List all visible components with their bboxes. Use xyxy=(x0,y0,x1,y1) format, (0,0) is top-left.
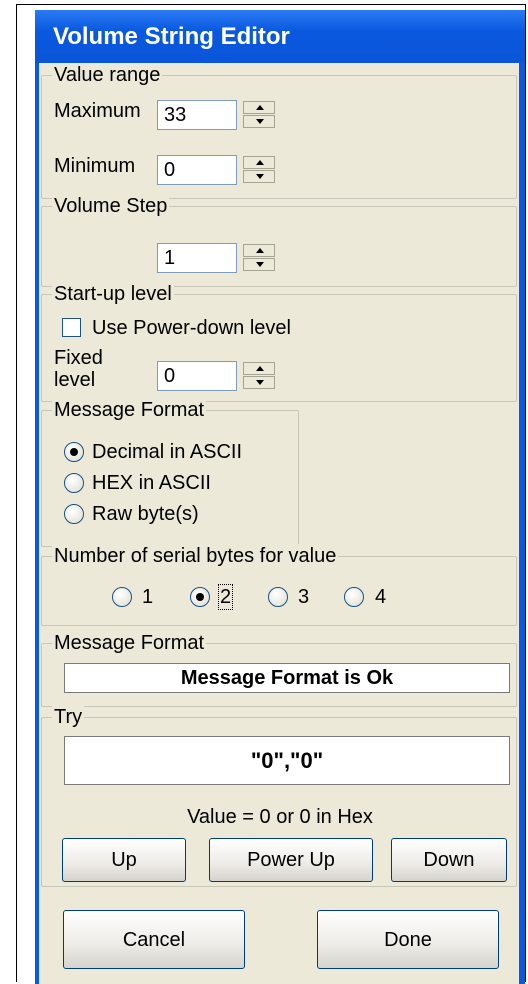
use-powerdown-checkbox[interactable] xyxy=(62,318,81,337)
fixed-level-label-line2: level xyxy=(54,369,96,391)
cancel-button-label: Cancel xyxy=(122,928,186,951)
raw-bytes-label: Raw byte(s) xyxy=(92,503,199,525)
minimum-input[interactable]: 0 xyxy=(157,155,237,185)
done-button-label: Done xyxy=(384,928,432,951)
spin-down-icon[interactable] xyxy=(243,115,275,128)
volume-step-legend: Volume Step xyxy=(52,194,170,218)
spin-up-icon[interactable] xyxy=(243,362,275,375)
cancel-button[interactable]: Cancel xyxy=(63,910,245,969)
serial-bytes-1-radio[interactable] xyxy=(112,587,132,607)
serial-bytes-2-radio[interactable] xyxy=(190,587,210,607)
raw-bytes-radio[interactable] xyxy=(64,504,84,524)
volume-string-editor-window: Volume String Editor Value range Maximum… xyxy=(35,10,525,984)
startup-level-legend: Start-up level xyxy=(52,282,174,306)
hex-ascii-radio[interactable] xyxy=(64,473,84,493)
serial-bytes-2-label: 2 xyxy=(217,584,234,610)
message-status-display: Message Format is Ok xyxy=(64,663,510,693)
try-group: Try "0","0" Value = 0 or 0 in Hex Up Pow… xyxy=(41,705,517,887)
fixed-level-input[interactable]: 0 xyxy=(157,361,237,391)
spin-up-icon[interactable] xyxy=(243,244,275,257)
message-status-group: Message Format Message Format is Ok xyxy=(41,631,517,707)
message-format-group: Message Format Decimal in ASCII HEX in A… xyxy=(41,398,299,547)
done-button[interactable]: Done xyxy=(317,910,499,969)
minimum-spinner[interactable] xyxy=(242,155,276,185)
spin-down-icon[interactable] xyxy=(243,258,275,271)
value-range-legend: Value range xyxy=(52,63,163,87)
serial-bytes-3-label: 3 xyxy=(298,586,310,608)
dialog-client-area: Value range Maximum 33 Minimum 0 Volume … xyxy=(39,63,519,984)
startup-level-group: Start-up level Use Power-down level Fixe… xyxy=(41,282,517,402)
window-title: Volume String Editor xyxy=(35,10,525,63)
decimal-ascii-label: Decimal in ASCII xyxy=(92,441,243,463)
hex-ascii-label: HEX in ASCII xyxy=(92,472,211,494)
serial-bytes-4-radio[interactable] xyxy=(344,587,364,607)
volume-step-spinner[interactable] xyxy=(242,243,276,273)
message-format-legend: Message Format xyxy=(52,398,207,422)
try-value-text: Value = 0 or 0 in Hex xyxy=(187,806,373,828)
volume-step-group: Volume Step 1 xyxy=(41,194,517,287)
power-up-button-label: Power Up xyxy=(247,849,335,871)
try-output-display: "0","0" xyxy=(64,736,510,785)
use-powerdown-label: Use Power-down level xyxy=(92,317,291,339)
down-button[interactable]: Down xyxy=(391,838,507,882)
spin-up-icon[interactable] xyxy=(243,101,275,114)
serial-bytes-legend: Number of serial bytes for value xyxy=(52,544,339,568)
maximum-input[interactable]: 33 xyxy=(157,100,237,130)
spin-up-icon[interactable] xyxy=(243,156,275,169)
decimal-ascii-radio[interactable] xyxy=(64,442,84,462)
serial-bytes-3-radio[interactable] xyxy=(268,587,288,607)
value-range-group: Value range Maximum 33 Minimum 0 xyxy=(41,63,517,199)
up-button[interactable]: Up xyxy=(62,838,186,882)
minimum-label: Minimum xyxy=(54,155,136,177)
fixed-level-label-line1: Fixed xyxy=(54,347,103,369)
fixed-level-spinner[interactable] xyxy=(242,361,276,391)
serial-bytes-1-label: 1 xyxy=(142,586,154,608)
volume-step-input[interactable]: 1 xyxy=(157,243,237,273)
spin-down-icon[interactable] xyxy=(243,170,275,183)
maximum-spinner[interactable] xyxy=(242,100,276,130)
spin-down-icon[interactable] xyxy=(243,376,275,389)
serial-bytes-group: Number of serial bytes for value 1 2 3 4 xyxy=(41,544,517,626)
down-button-label: Down xyxy=(423,849,475,871)
maximum-label: Maximum xyxy=(54,100,141,122)
try-legend: Try xyxy=(52,705,85,729)
power-up-button[interactable]: Power Up xyxy=(209,838,373,882)
serial-bytes-4-label: 4 xyxy=(375,586,387,608)
up-button-label: Up xyxy=(111,849,137,871)
message-status-legend: Message Format xyxy=(52,631,207,655)
